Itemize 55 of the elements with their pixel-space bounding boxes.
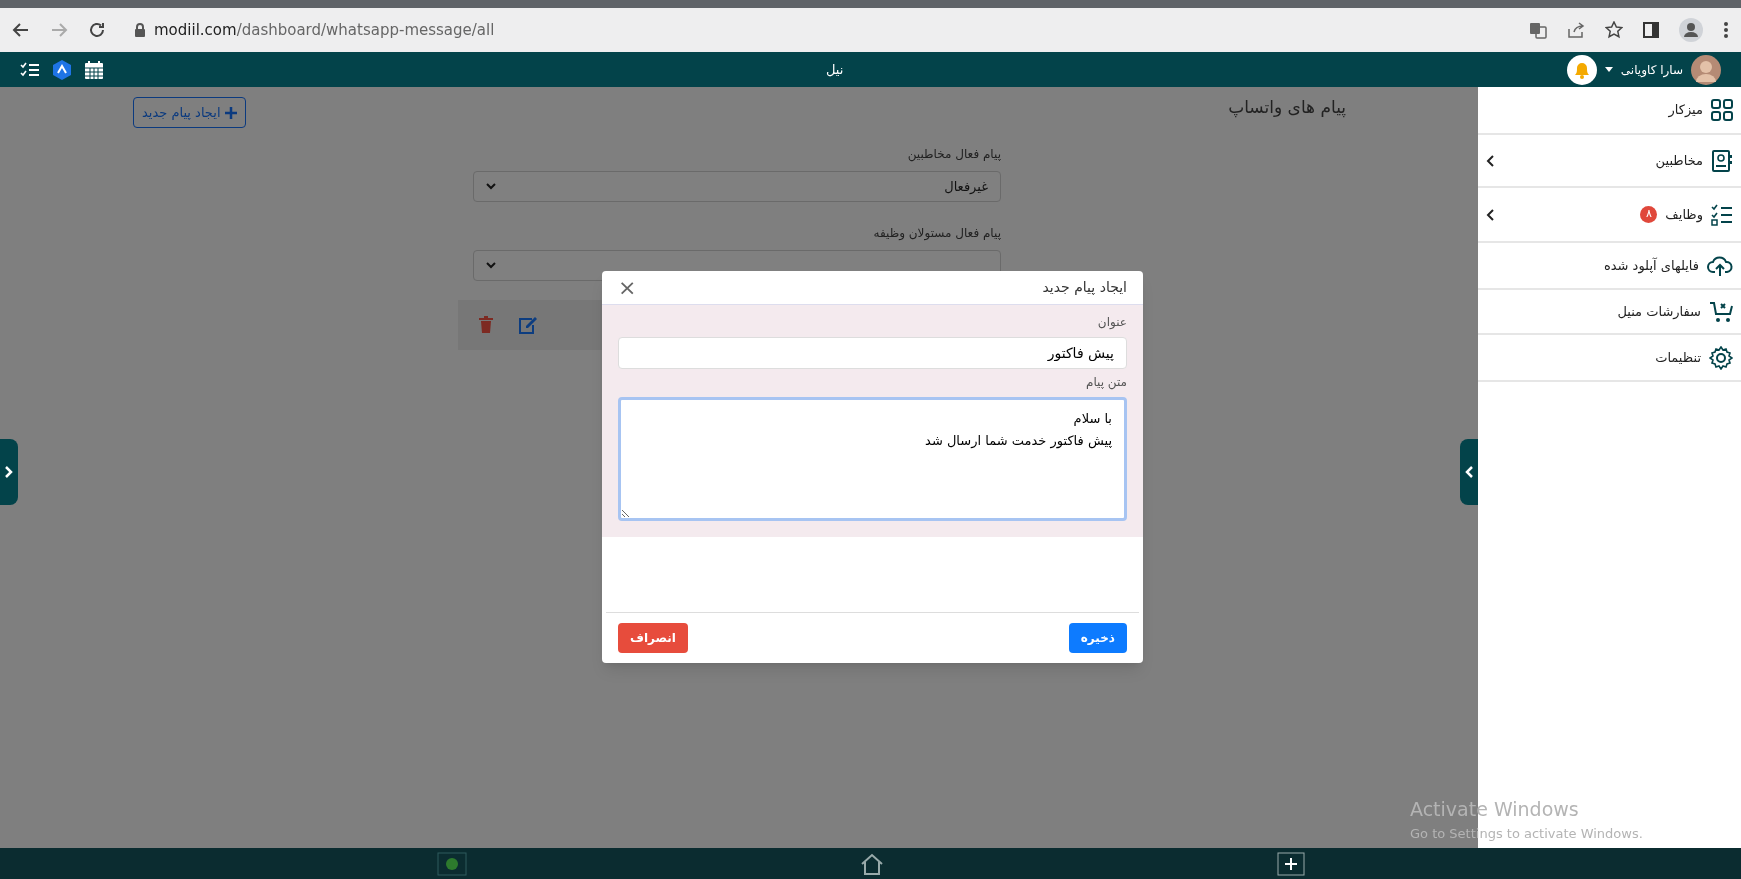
sidebar-item[interactable]: تنظیمات bbox=[1478, 335, 1741, 382]
star-icon[interactable] bbox=[1605, 21, 1623, 39]
translate-icon[interactable] bbox=[1529, 21, 1547, 39]
collapse-right-tab[interactable] bbox=[1460, 439, 1478, 505]
select-value: غیرفعال bbox=[944, 177, 988, 196]
chevron-left-icon bbox=[1465, 466, 1473, 478]
home-icon[interactable] bbox=[859, 852, 884, 875]
save-button[interactable]: ذخیره bbox=[1068, 623, 1127, 653]
modal-title: ایجاد پیام جدید bbox=[1042, 278, 1127, 297]
checklist-icon bbox=[1711, 203, 1733, 226]
reload-icon[interactable] bbox=[88, 21, 106, 39]
sidebar-item[interactable]: فایلهای آپلود شده bbox=[1478, 243, 1741, 290]
count-badge: ۸ bbox=[1640, 206, 1658, 223]
avatar-icon[interactable] bbox=[1691, 54, 1721, 85]
title-input[interactable]: پیش فاکتور bbox=[618, 337, 1127, 369]
plus-icon bbox=[224, 106, 237, 119]
checklist-icon[interactable] bbox=[20, 61, 40, 78]
field-label: پیام فعال مخاطبین bbox=[906, 146, 1001, 163]
field-label: متن پیام bbox=[1084, 374, 1127, 391]
cloud-upload-icon bbox=[1707, 254, 1733, 277]
share-icon[interactable] bbox=[1567, 21, 1585, 39]
profile-icon[interactable] bbox=[1679, 18, 1703, 42]
expand-left-tab[interactable] bbox=[0, 439, 18, 505]
side-panel-icon[interactable] bbox=[1643, 22, 1659, 38]
logo-icon[interactable] bbox=[52, 58, 72, 81]
plus-icon[interactable] bbox=[1276, 851, 1305, 876]
sidebar-item[interactable]: سفارشات منیل bbox=[1478, 290, 1741, 335]
back-icon[interactable] bbox=[12, 21, 30, 39]
chevron-down-icon bbox=[486, 262, 496, 269]
sidebar-item[interactable]: میزکار bbox=[1478, 87, 1741, 135]
status-select[interactable]: غیرفعال bbox=[473, 171, 1001, 202]
chevron-right-icon bbox=[5, 466, 13, 478]
url-path: /dashboard/whatsapp-message/all bbox=[236, 20, 495, 39]
url-host: modiil.com bbox=[154, 20, 237, 39]
app-title: نیل bbox=[826, 60, 844, 79]
cart-icon bbox=[1709, 300, 1733, 323]
field-label: عنوان bbox=[1096, 314, 1127, 331]
page-title: پیام های واتساپ bbox=[1228, 96, 1346, 120]
menu-icon[interactable] bbox=[1723, 21, 1729, 39]
bell-icon[interactable] bbox=[1566, 54, 1597, 85]
sidebar-item[interactable]: وظایف ۸ bbox=[1478, 188, 1741, 243]
field-label: پیام فعال مستولان وظیفه bbox=[872, 225, 1001, 242]
settings-icon bbox=[1709, 345, 1733, 370]
close-button[interactable]: × bbox=[618, 276, 637, 299]
address-bar[interactable]: modiil.com/dashboard/whatsapp-message/all bbox=[126, 13, 1509, 47]
caret-icon[interactable] bbox=[1604, 66, 1613, 73]
message-textarea[interactable]: با سلام پیش فاکتور خدمت شما ارسال شد bbox=[618, 397, 1127, 521]
contact-book-icon bbox=[1711, 149, 1733, 172]
user-name[interactable]: سارا کاویانی bbox=[1620, 60, 1683, 79]
cancel-button[interactable]: انصراف bbox=[618, 623, 688, 653]
chevron-down-icon bbox=[486, 183, 496, 190]
calendar-icon[interactable] bbox=[84, 59, 104, 80]
sidebar-item[interactable]: مخاطبین bbox=[1478, 135, 1741, 188]
grid-icon bbox=[1711, 99, 1733, 121]
lock-icon bbox=[134, 23, 146, 37]
